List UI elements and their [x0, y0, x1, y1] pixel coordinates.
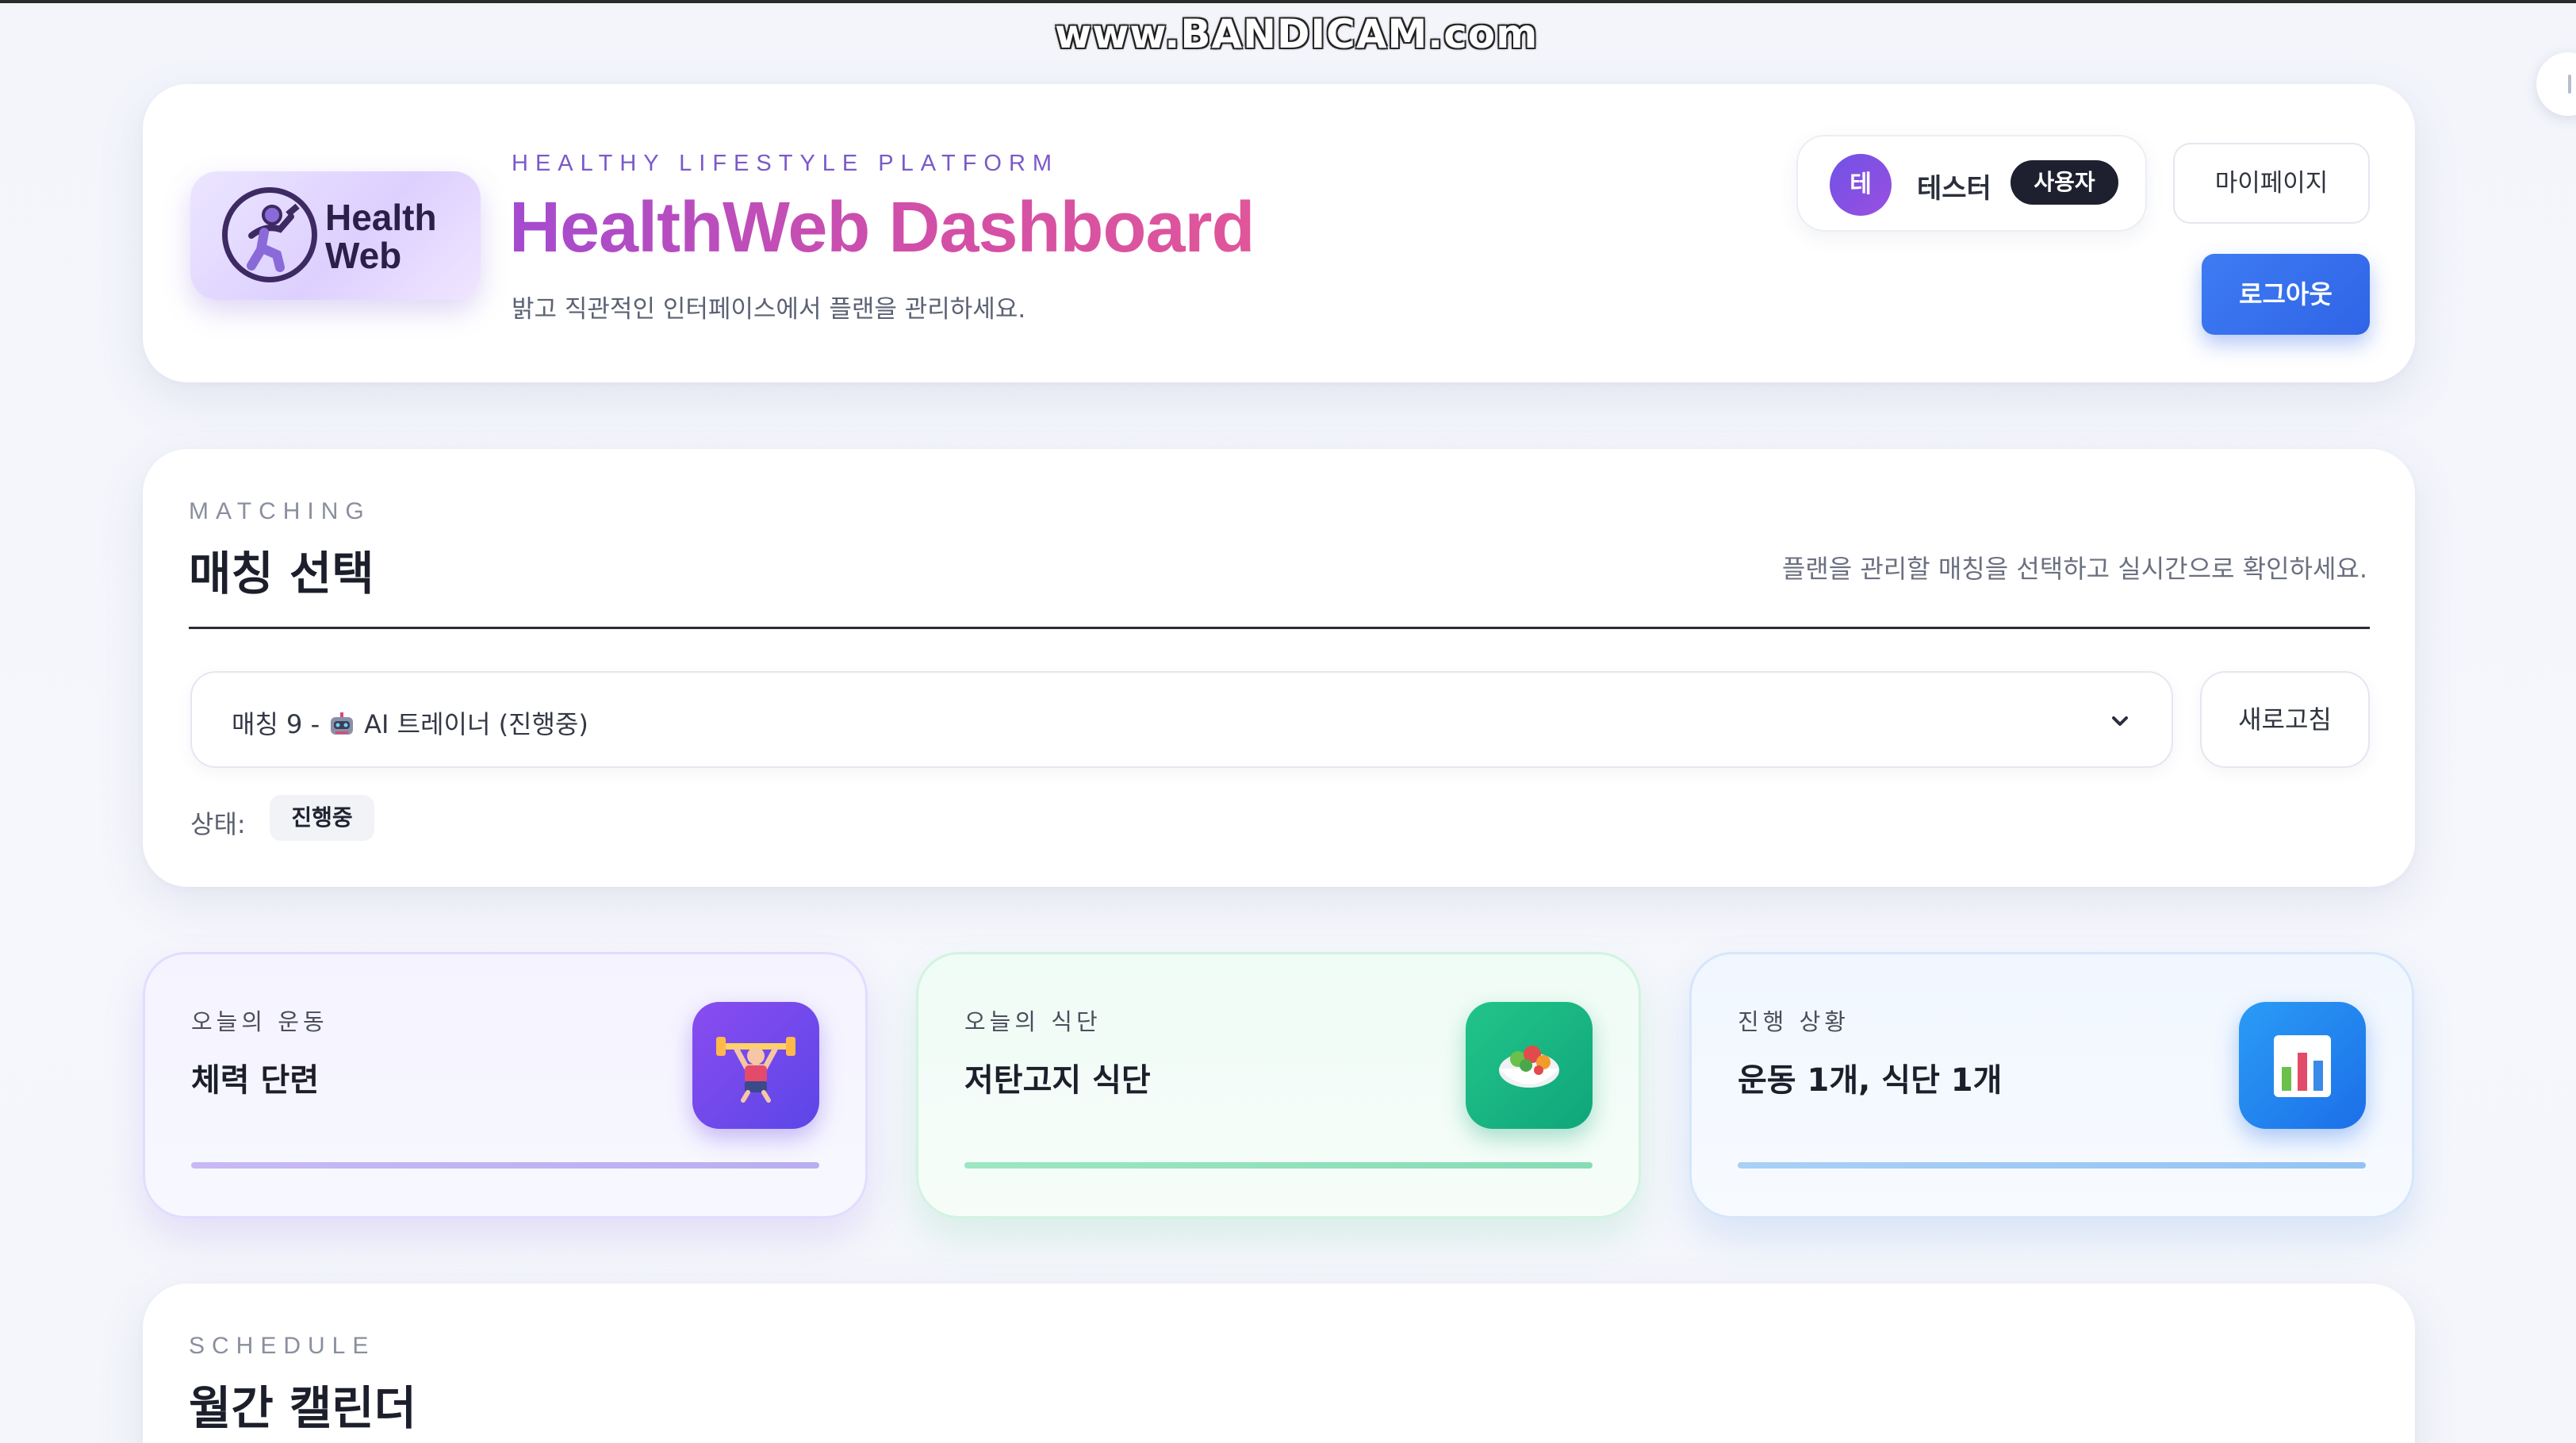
user-profile-pill[interactable]: 테 테스터 사용자: [1796, 135, 2147, 232]
recording-watermark: www.BANDICAM.com: [1055, 11, 1539, 57]
chevron-down-icon: [2112, 716, 2128, 726]
platform-kicker: HEALTHY LIFESTYLE PLATFORM: [512, 151, 1060, 176]
stat-kicker: 진행 상황: [1738, 1008, 1850, 1035]
section-description: 플랜을 관리할 매칭을 선택하고 실시간으로 확인하세요.: [1781, 554, 2367, 584]
logo-line-1: Health: [325, 197, 437, 238]
screen-top-edge: [0, 0, 2576, 3]
role-badge: 사용자: [2011, 160, 2118, 205]
matching-section: MATCHING 매칭 선택 플랜을 관리할 매칭을 선택하고 실시간으로 확인…: [143, 449, 2415, 887]
matching-select-value: 매칭 9 - AI 트레이너 (진행중): [232, 704, 588, 741]
robot-icon: [328, 711, 356, 738]
healthweb-logo[interactable]: Health Web: [190, 171, 481, 300]
header-card: Health Web HEALTHY LIFESTYLE PLATFORM He…: [143, 84, 2415, 382]
stat-value: 저탄고지 식단: [964, 1062, 1151, 1099]
stat-card-progress[interactable]: 진행 상황 운동 1개, 식단 1개: [1689, 952, 2414, 1218]
status-label: 상태:: [190, 809, 246, 839]
fitness-person-icon: [222, 187, 317, 282]
schedule-section: SCHEDULE 월간 캘린더: [143, 1284, 2415, 1443]
select-prefix: 매칭 9 -: [232, 709, 320, 739]
stat-progress-bar: [191, 1162, 819, 1169]
logo-wordmark: Health Web: [325, 198, 437, 274]
section-title: 매칭 선택: [189, 547, 374, 601]
page-title: HealthWeb Dashboard: [509, 188, 1255, 267]
logout-button[interactable]: 로그아웃: [2202, 254, 2370, 335]
stat-value: 운동 1개, 식단 1개: [1738, 1062, 2003, 1099]
stat-kicker: 오늘의 식단: [964, 1008, 1102, 1035]
status-badge: 진행중: [270, 795, 374, 841]
stat-kicker: 오늘의 운동: [191, 1008, 328, 1035]
stat-card-today-workout[interactable]: 오늘의 운동 체력 단련: [143, 952, 868, 1218]
section-kicker: MATCHING: [189, 498, 371, 524]
page-subtitle: 밝고 직관적인 인터페이스에서 플랜을 관리하세요.: [512, 295, 1026, 324]
stat-progress-bar: [964, 1162, 1593, 1169]
stat-value: 체력 단련: [191, 1062, 320, 1099]
user-name: 테스터: [1917, 173, 1991, 205]
mypage-button[interactable]: 마이페이지: [2173, 143, 2370, 224]
avatar: 테: [1830, 154, 1892, 216]
logo-line-2: Web: [325, 235, 402, 276]
section-title: 월간 캘린더: [189, 1381, 416, 1435]
side-scroll-handle[interactable]: [2536, 52, 2576, 116]
weightlifter-icon: [692, 1002, 819, 1129]
matching-select[interactable]: 매칭 9 - AI 트레이너 (진행중): [190, 671, 2173, 768]
salad-bowl-icon: [1466, 1002, 1593, 1129]
refresh-button[interactable]: 새로고침: [2200, 671, 2370, 768]
stat-card-today-diet[interactable]: 오늘의 식단 저탄고지 식단: [916, 952, 1641, 1218]
select-value: AI 트레이너 (진행중): [364, 709, 588, 739]
bar-chart-icon: [2239, 1002, 2366, 1129]
section-divider: [189, 627, 2370, 629]
section-kicker: SCHEDULE: [189, 1333, 376, 1359]
stat-progress-bar: [1738, 1162, 2366, 1169]
